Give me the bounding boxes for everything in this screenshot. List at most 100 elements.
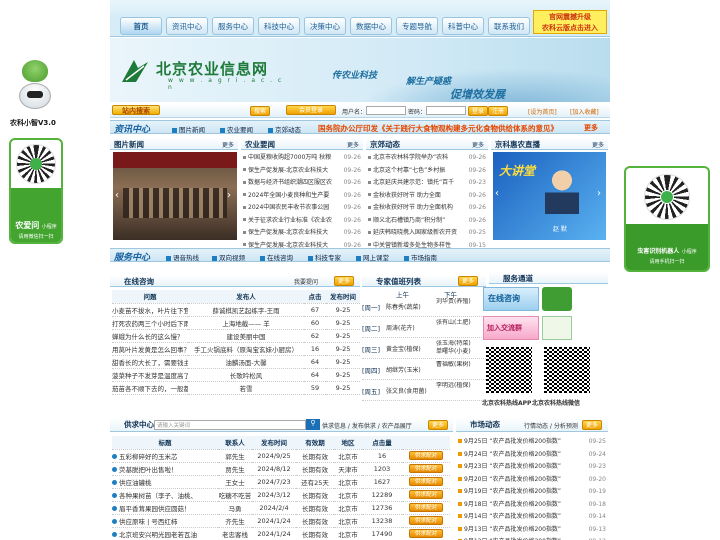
- list-item[interactable]: 北京这个村靠“七色”乡村振 09-26: [368, 166, 486, 177]
- supply-link-hall[interactable]: 农产品展厅: [382, 423, 412, 430]
- table-row[interactable]: 蝉蛾为什么长的这么慢？（如图）建设美丽中国629-25: [112, 329, 360, 343]
- info-link-agri[interactable]: 农业要闻: [220, 124, 253, 134]
- headline-more[interactable]: 更多: [584, 123, 598, 133]
- table-row[interactable]: 荧基脱把叶出售啦！ 贾先生 2024/8/12 长期有效 天津市 1203 供求配对: [112, 462, 450, 476]
- expert-am[interactable]: 周涛(花卉): [386, 323, 434, 332]
- market-item[interactable]: 9月14日 “农产品批发价格200指数” 09-14: [458, 512, 606, 523]
- photo-news-more[interactable]: 更多: [222, 140, 234, 149]
- supply-title[interactable]: 供应油罐桃: [119, 479, 152, 487]
- photo-news-image[interactable]: ‹ ›: [113, 152, 237, 240]
- nav-decision[interactable]: 决策中心: [304, 17, 346, 35]
- market-item[interactable]: 9月19日 “农产品批发价格200指数” 09-19: [458, 487, 606, 498]
- supply-title[interactable]: 供应原味 | 号西红柿: [119, 518, 177, 526]
- table-row[interactable]: 甜香长的大长了，需要钱主吗？多油麟汤面-大馨649-25: [112, 355, 360, 369]
- table-row[interactable]: 茄苗各不顺下去的，一般都 若雪 59 9-25: [112, 381, 360, 395]
- match-button[interactable]: 供求配对: [409, 477, 443, 486]
- market-item[interactable]: 9月18日 “农产品批发价格200指数” 09-18: [458, 500, 606, 511]
- match-button[interactable]: 供求配对: [409, 490, 443, 499]
- supply-search-input[interactable]: 请输入关键词: [154, 420, 306, 430]
- supply-title[interactable]: 北京班安兴明光园老若瓦油: [119, 531, 197, 539]
- list-item[interactable]: 顺义北石槽镇乃商“积分制” 09-26: [368, 216, 486, 227]
- live-more[interactable]: 更多: [592, 140, 604, 149]
- add-favorite-link[interactable]: [加入收藏]: [570, 107, 599, 116]
- list-item[interactable]: 北京延庆共建示范：镇托“百千 09-23: [368, 178, 486, 189]
- service-link-consult[interactable]: 在线咨询: [260, 252, 293, 262]
- market-item[interactable]: 9月25日 “农产品批发价格200指数” 09-25: [458, 437, 606, 448]
- nav-tech[interactable]: 科技中心: [258, 17, 300, 35]
- left-miniprogram-card[interactable]: 农爱问 小程序 请用微信扫一扫: [9, 138, 63, 244]
- expert-pm[interactable]: 李明远(植保): [436, 382, 486, 400]
- consult-ask-link[interactable]: 我要提问: [294, 277, 318, 286]
- nav-service[interactable]: 服务中心: [212, 17, 254, 35]
- supply-title[interactable]: 眉平香茸果园供应圆菇！: [119, 505, 191, 513]
- list-item[interactable]: 保生产促发展-北京农业科技大 09-26: [243, 166, 361, 177]
- upgrade-ad-banner[interactable]: 官网震撼升级 农科云版点击进入: [533, 10, 607, 34]
- match-button[interactable]: 供求配对: [409, 529, 443, 538]
- set-homepage-link[interactable]: [设为首页]: [528, 107, 557, 116]
- list-item[interactable]: 2024年全国小麦良种和生产要 09-26: [243, 191, 361, 202]
- market-item[interactable]: 9月20日 “农产品批发价格200指数” 09-20: [458, 475, 606, 486]
- login-button[interactable]: 登录: [468, 106, 489, 116]
- expert-am[interactable]: 张文良(食用菌): [386, 386, 434, 395]
- supply-title[interactable]: 荧基脱把叶出售啦！: [119, 466, 178, 474]
- market-more-button[interactable]: 更多: [582, 420, 603, 430]
- table-row[interactable]: 用莴叶片发黄是怎么回事？（如图手工火锅底料（原淘宝玄妹小厨房）169-25: [112, 342, 360, 356]
- match-button[interactable]: 供求配对: [409, 516, 443, 525]
- table-row[interactable]: 菠菜种子不发芽是温度高了吗？长歌吟松风649-25: [112, 368, 360, 382]
- market-item[interactable]: 9月23日 “农产品批发价格200指数” 09-23: [458, 462, 606, 473]
- table-row[interactable]: 打死农药两三个小时后下雨了，农上海地截—— 羊609-25: [112, 316, 360, 330]
- match-button[interactable]: 供求配对: [409, 503, 443, 512]
- list-item[interactable]: 北京市农林科学院举办“农科 09-26: [368, 153, 486, 164]
- supply-title[interactable]: 各种果树苗（李子、油桃、: [119, 492, 197, 500]
- password-input[interactable]: [426, 106, 466, 115]
- table-row[interactable]: 各种果树苗（李子、油桃、 吃糖不吃苦 2024/3/12 长期有效 北京市 12289 供求…: [112, 488, 450, 502]
- expert-pm[interactable]: 刘华贵(养殖): [436, 298, 486, 316]
- next-arrow-icon[interactable]: ›: [597, 188, 606, 200]
- expert-pm[interactable]: 曹福敏(果树): [436, 361, 486, 379]
- expert-am[interactable]: 黄金宝(植保): [386, 344, 434, 353]
- nav-topics[interactable]: 专题导航: [396, 17, 438, 35]
- service-link-expert[interactable]: 科技专家: [308, 252, 341, 262]
- expert-more-button[interactable]: 更多: [458, 276, 479, 286]
- supply-link-publish[interactable]: 发布供求: [352, 423, 376, 430]
- jingjiao-more[interactable]: 更多: [472, 140, 484, 149]
- table-row[interactable]: 供应油罐桃 王女士 2024/7/23 还有25天 北京市 1627 供求配对: [112, 475, 450, 489]
- list-item[interactable]: 金秋收获好时节 助力全面 09-26: [368, 191, 486, 202]
- service-link-video[interactable]: 双向视频: [212, 252, 245, 262]
- prev-arrow-icon[interactable]: ‹: [495, 188, 505, 200]
- right-miniprogram-card[interactable]: 虫害识别机器人 小程序 请用手机扫一扫: [624, 166, 710, 272]
- market-item[interactable]: 9月24日 “农产品批发价格200指数” 09-24: [458, 450, 606, 461]
- nav-info[interactable]: 资讯中心: [166, 17, 208, 35]
- table-row[interactable]: 北京班安兴明光园老若瓦油 老忠客栈 2024/1/24 长期有效 北京市 17490 供求配…: [112, 527, 450, 540]
- assistant-bot[interactable]: [14, 58, 54, 118]
- table-row[interactable]: 小麦苗不拔水，叶片往下耷拉，是薛诚棋凯艺起练字-王雨679-25: [112, 303, 360, 317]
- info-link-jingjiao[interactable]: 京郊动态: [268, 124, 301, 134]
- list-item[interactable]: 数据与经济书组织潮四区服区农 09-26: [243, 178, 361, 189]
- match-button[interactable]: 供求配对: [409, 451, 443, 460]
- supply-title[interactable]: 五彩柳碎好的玉米芯: [119, 453, 178, 461]
- nav-science[interactable]: 科普中心: [442, 17, 484, 35]
- expert-am[interactable]: 陈春秀(蔬菜): [386, 302, 434, 311]
- supply-more-button[interactable]: 更多: [428, 420, 449, 430]
- online-consult-button[interactable]: 在线咨询: [483, 287, 539, 311]
- list-item[interactable]: 2024中国农民丰收节农事公园 09-26: [243, 203, 361, 214]
- info-link-photo[interactable]: 图片新闻: [172, 124, 205, 134]
- list-item[interactable]: 金秋收获好时节 助力全面机构 09-26: [368, 203, 486, 214]
- service-link-hotline[interactable]: 语音热线: [166, 252, 199, 262]
- service-link-market[interactable]: 市场指南: [404, 252, 437, 262]
- headline-link[interactable]: 国务院办公厅印发《关于践行大食物观构建多元化食物供给体系的意见》: [318, 123, 580, 134]
- list-item[interactable]: 中国夏粮收购超7000万吨 秋粮 09-26: [243, 153, 361, 164]
- nav-data[interactable]: 数据中心: [350, 17, 392, 35]
- market-link-forecast[interactable]: 分析预测: [554, 423, 578, 430]
- supply-link-info[interactable]: 供求信息: [322, 423, 346, 430]
- consult-more-button[interactable]: 更多: [334, 276, 355, 286]
- service-link-class[interactable]: 网上课堂: [356, 252, 389, 262]
- member-login-button[interactable]: 会员登录: [286, 105, 336, 115]
- list-item[interactable]: 关于征求农业行业标准《农业农 09-26: [243, 216, 361, 227]
- table-row[interactable]: 眉平香茸果园供应圆菇！ 马勇 2024/2/4 长期有效 北京市 12736 供求配对: [112, 501, 450, 515]
- supply-search-icon[interactable]: ⚲: [306, 419, 320, 430]
- prev-arrow-icon[interactable]: ‹: [115, 190, 125, 202]
- join-group-button[interactable]: 加入交流群: [483, 316, 539, 340]
- expert-am[interactable]: 胡继芳(玉米): [386, 365, 434, 374]
- market-item[interactable]: 9月13日 “农产品批发价格200指数” 09-13: [458, 525, 606, 536]
